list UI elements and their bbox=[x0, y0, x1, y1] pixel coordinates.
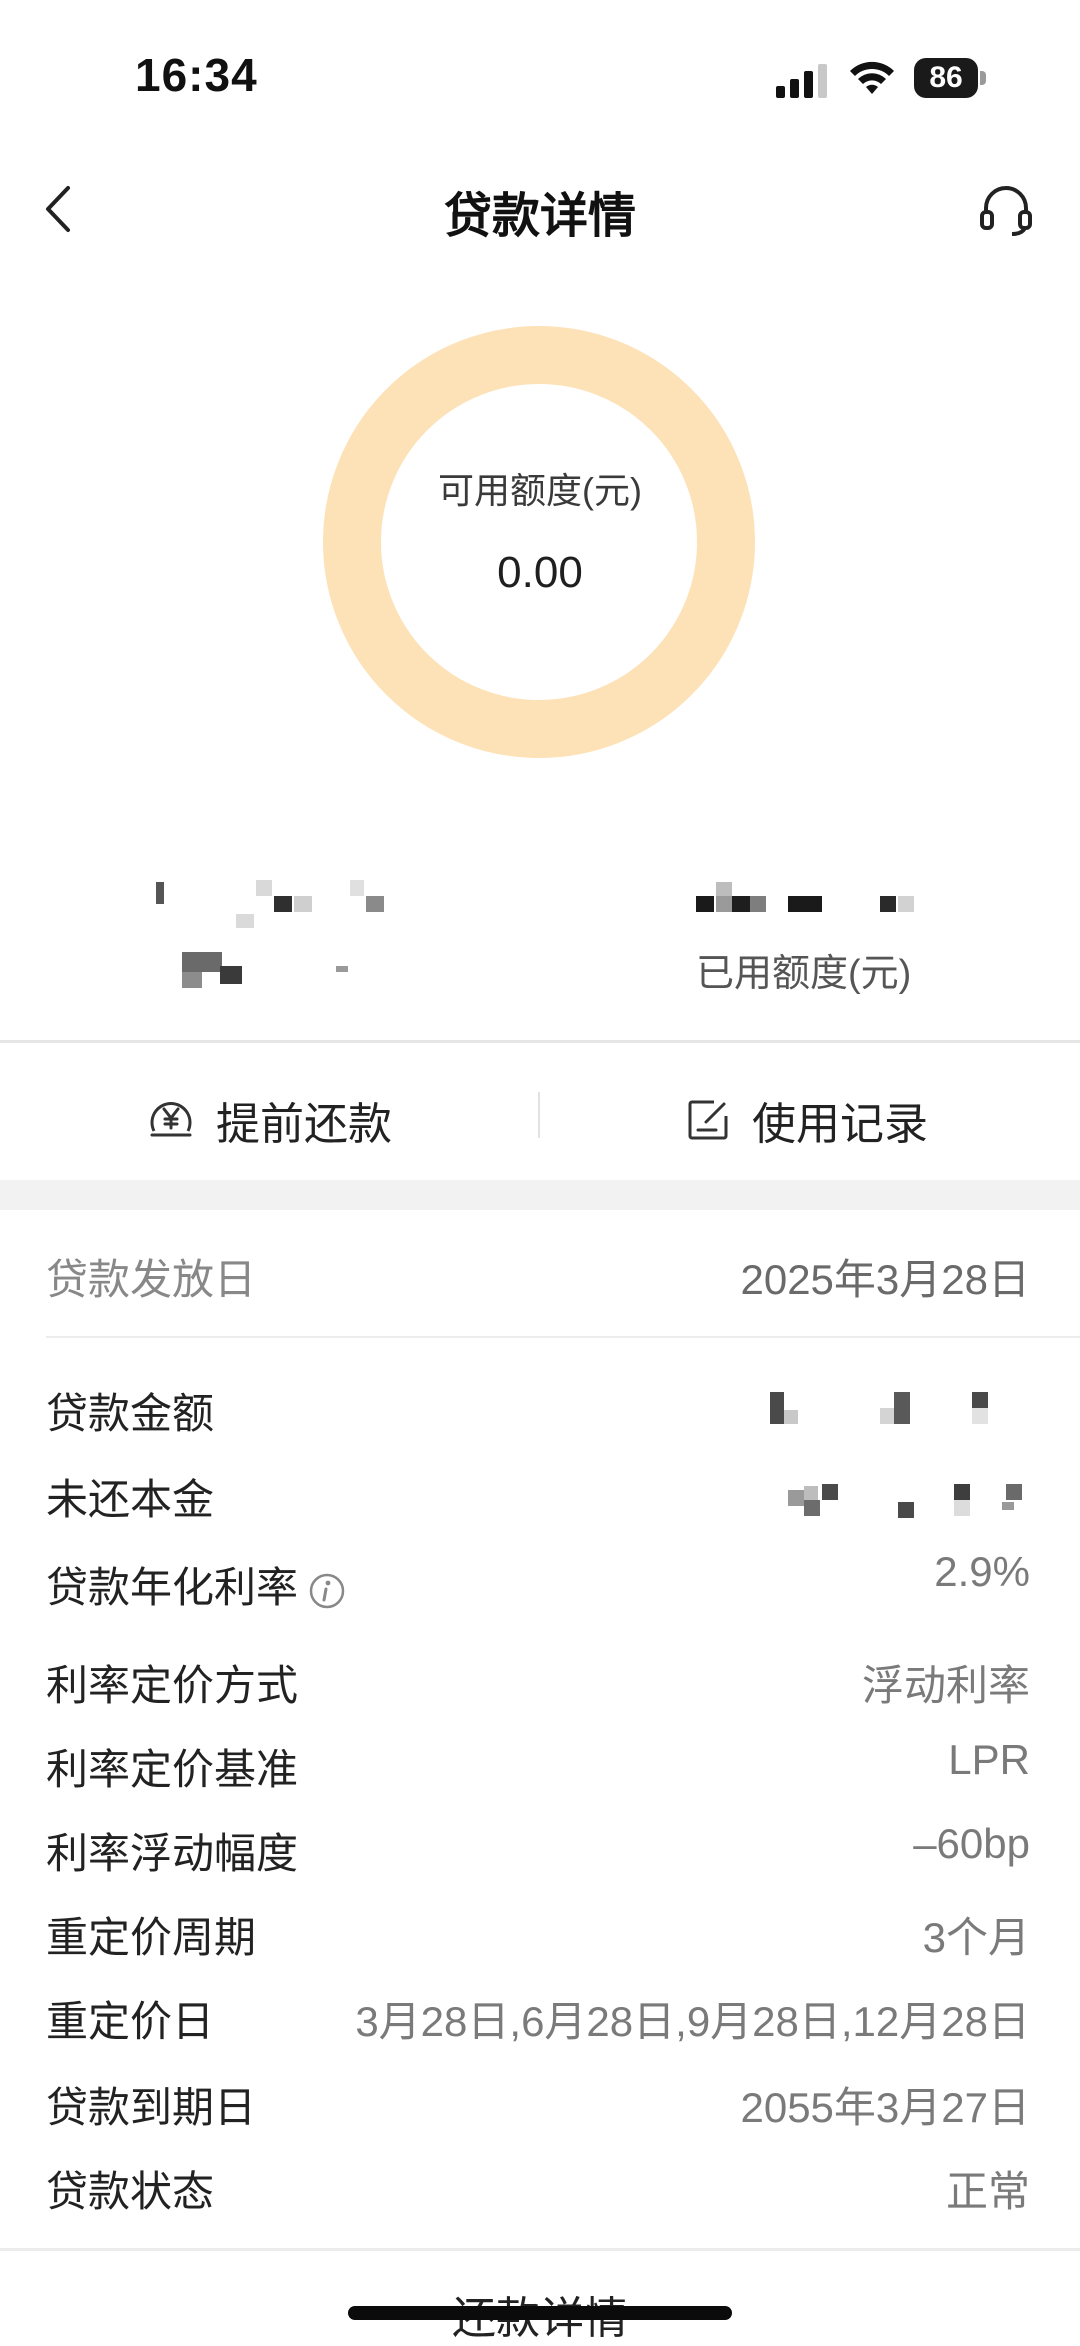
action-separator bbox=[538, 1092, 540, 1138]
info-icon[interactable] bbox=[308, 1572, 346, 1610]
outstanding-principal-label: 未还本金 bbox=[46, 1476, 215, 1523]
yuan-coin-icon bbox=[150, 1102, 192, 1137]
redacted-loan-amount bbox=[768, 1390, 1030, 1426]
annual-rate-label: 贷款年化利率 bbox=[46, 1554, 346, 1615]
loan-status-label: 贷款状态 bbox=[46, 2168, 215, 2215]
loan-amount-label: 贷款金额 bbox=[46, 1390, 215, 1437]
annual-rate-value: 2.9% bbox=[934, 1548, 1030, 1595]
redacted-used-credit bbox=[690, 878, 930, 918]
reprice-date-label: 重定价日 bbox=[46, 1998, 215, 2045]
redacted-total-credit bbox=[150, 876, 390, 992]
annual-rate-label-text: 贷款年化利率 bbox=[46, 1564, 299, 1611]
disburse-date-value: 2025年3月28日 bbox=[740, 1256, 1030, 1303]
maturity-date-label: 贷款到期日 bbox=[46, 2084, 257, 2131]
maturity-date-value: 2055年3月27日 bbox=[740, 2084, 1030, 2131]
reprice-cycle-label: 重定价周期 bbox=[46, 1914, 257, 1961]
float-range-label: 利率浮动幅度 bbox=[46, 1830, 299, 1877]
home-indicator[interactable] bbox=[348, 2306, 732, 2320]
wifi-icon bbox=[850, 61, 894, 94]
credit-donut-chart bbox=[323, 326, 755, 758]
available-credit-value: 0.00 bbox=[497, 548, 583, 597]
used-credit-label: 已用额度(元) bbox=[696, 953, 912, 995]
reprice-cycle-value: 3个月 bbox=[922, 1914, 1030, 1961]
usage-records-button[interactable]: 使用记录 bbox=[686, 1088, 928, 1152]
battery-icon: 86 bbox=[914, 58, 988, 100]
prepay-label: 提前还款 bbox=[216, 1100, 392, 1149]
prepay-button[interactable]: 提前还款 bbox=[148, 1088, 392, 1152]
reprice-date-value: 3月28日,6月28日,9月28日,12月28日 bbox=[355, 1998, 1030, 2045]
signal-icon bbox=[776, 64, 827, 98]
customer-service-icon[interactable] bbox=[978, 182, 1034, 238]
loan-status-value: 正常 bbox=[945, 2168, 1030, 2215]
disburse-date-label: 贷款发放日 bbox=[46, 1256, 257, 1303]
page-title: 贷款详情 bbox=[443, 190, 636, 243]
edit-note-icon bbox=[688, 1100, 728, 1140]
divider bbox=[0, 2248, 1080, 2251]
available-credit-label: 可用额度(元) bbox=[438, 470, 642, 511]
pricing-base-value: LPR bbox=[948, 1736, 1030, 1783]
float-range-value: –60bp bbox=[913, 1820, 1030, 1867]
pricing-method-label: 利率定价方式 bbox=[46, 1662, 299, 1709]
status-time: 16:34 bbox=[135, 49, 258, 101]
pricing-base-label: 利率定价基准 bbox=[46, 1746, 299, 1793]
pricing-method-value: 浮动利率 bbox=[861, 1662, 1030, 1709]
battery-level: 86 bbox=[914, 58, 978, 98]
divider bbox=[0, 1040, 1080, 1043]
row-divider bbox=[46, 1336, 1080, 1338]
section-gap bbox=[0, 1180, 1080, 1210]
usage-records-label: 使用记录 bbox=[752, 1100, 928, 1149]
redacted-outstanding-principal bbox=[786, 1480, 1032, 1520]
